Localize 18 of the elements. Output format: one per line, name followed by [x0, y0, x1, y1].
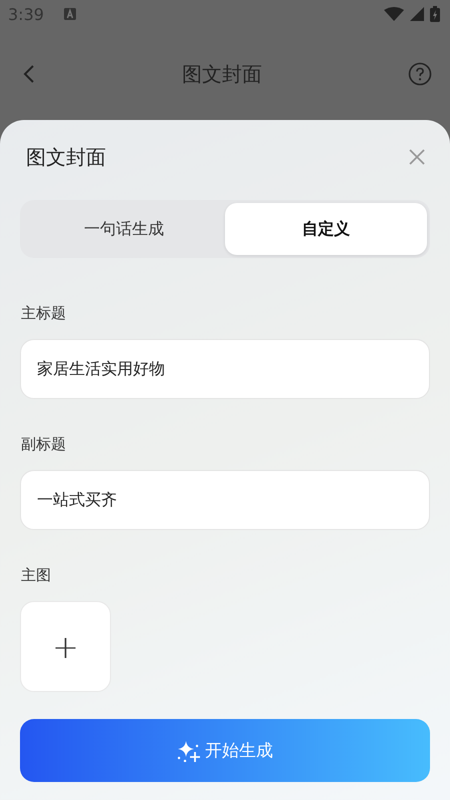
page-title: 图文封面 — [182, 60, 262, 88]
field-label: 副标题 — [21, 435, 66, 454]
sparkle-icon — [177, 740, 201, 762]
wifi-icon — [384, 7, 404, 21]
notification-icon — [64, 8, 76, 20]
help-button[interactable] — [408, 62, 432, 86]
back-button[interactable] — [22, 64, 36, 84]
close-button[interactable] — [408, 148, 426, 166]
signal-icon — [410, 7, 424, 21]
sheet-title: 图文封面 — [26, 144, 106, 170]
field-label: 主标题 — [21, 304, 66, 323]
tab[interactable]: 一句话生成 — [23, 203, 225, 255]
add-image-button[interactable]: + — [20, 601, 111, 692]
input-field[interactable]: 家居生活实用好物 — [20, 339, 430, 399]
tab[interactable]: 自定义 — [225, 203, 427, 255]
field-label: 主图 — [21, 566, 51, 585]
battery-icon — [430, 6, 440, 22]
input-field[interactable]: 一站式买齐 — [20, 470, 430, 530]
